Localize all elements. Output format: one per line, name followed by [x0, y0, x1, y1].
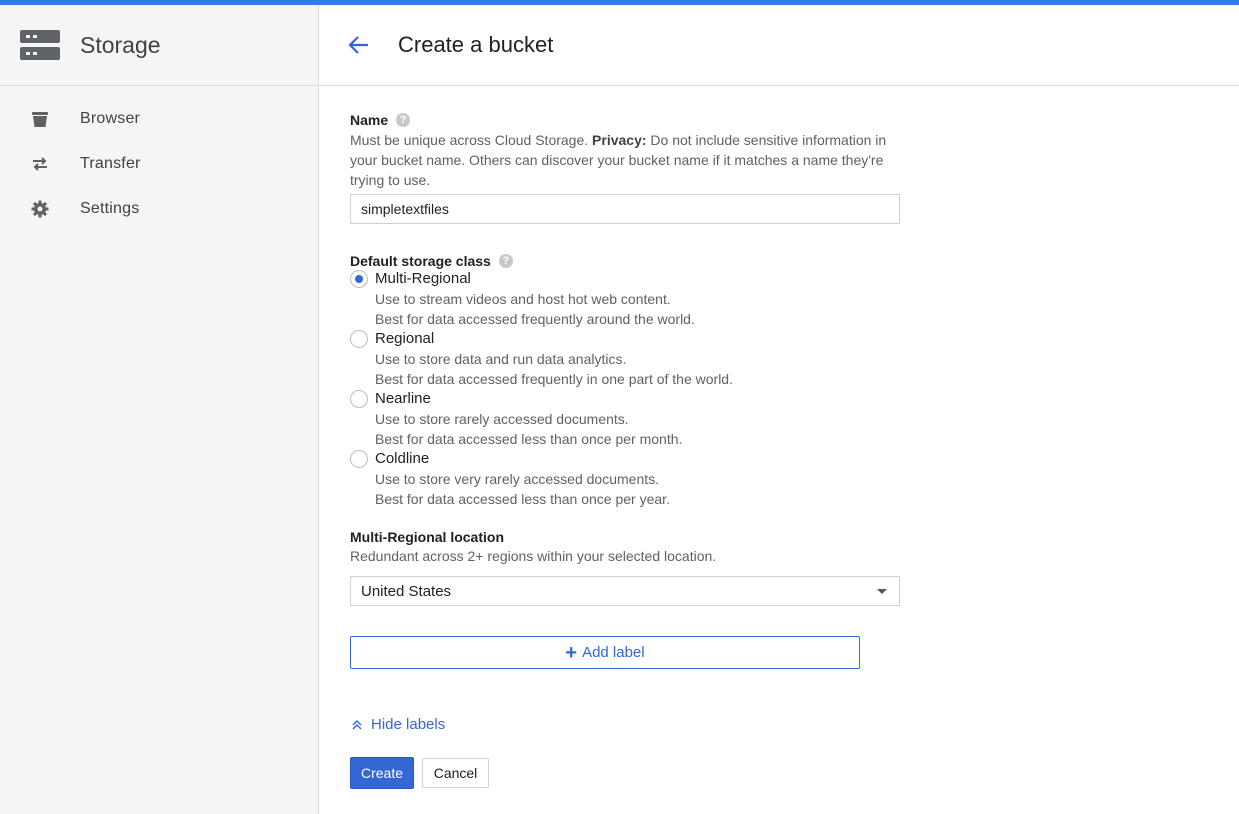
- sidebar: Storage Browser Transfer Settings: [0, 5, 319, 814]
- option-description: Use to store rarely accessed documents.: [375, 411, 629, 427]
- back-arrow-icon: [348, 36, 368, 54]
- add-label-button[interactable]: + Add label: [350, 636, 860, 669]
- radio-regional[interactable]: [350, 330, 368, 348]
- option-description: Use to store very rarely accessed docume…: [375, 471, 660, 487]
- location-select[interactable]: United States: [350, 576, 900, 606]
- sidebar-title: Storage: [80, 31, 161, 58]
- cancel-button[interactable]: Cancel: [422, 758, 489, 788]
- option-description: Best for data accessed frequently around…: [375, 311, 695, 327]
- option-label: Nearline: [375, 390, 431, 407]
- chevron-up-icon: [352, 719, 362, 729]
- sidebar-item-label: Settings: [80, 199, 140, 217]
- dropdown-arrow-icon: [877, 588, 887, 594]
- create-bucket-form: Name ? Must be unique across Cloud Stora…: [350, 86, 1239, 789]
- hide-labels-link[interactable]: Hide labels: [350, 716, 1239, 733]
- help-icon[interactable]: ?: [498, 254, 513, 268]
- option-description: Best for data accessed frequently in one…: [375, 371, 733, 387]
- name-description: Must be unique across Cloud Storage. Pri…: [350, 130, 890, 190]
- location-label: Multi-Regional location: [350, 529, 504, 545]
- storage-class-option-regional[interactable]: Regional Use to store data and run data …: [350, 329, 1239, 389]
- location-select-value: United States: [361, 582, 452, 600]
- storage-icon: [20, 30, 60, 60]
- hide-labels-text: Hide labels: [371, 716, 446, 733]
- page-title: Create a bucket: [398, 32, 554, 57]
- storage-class-label-text: Default storage class: [350, 253, 491, 269]
- sidebar-item-browser[interactable]: Browser: [0, 96, 318, 141]
- sidebar-item-label: Transfer: [80, 154, 141, 172]
- bucket-icon: [0, 109, 80, 129]
- name-desc-text: Must be unique across Cloud Storage.: [350, 132, 593, 148]
- location-description: Redundant across 2+ regions within your …: [350, 548, 717, 564]
- back-button[interactable]: [320, 5, 398, 86]
- name-label-text: Name: [350, 112, 389, 128]
- bucket-name-input[interactable]: [350, 194, 900, 224]
- sidebar-header: Storage: [0, 5, 318, 86]
- storage-class-option-nearline[interactable]: Nearline Use to store rarely accessed do…: [350, 389, 1239, 449]
- radio-nearline[interactable]: [350, 390, 368, 408]
- page-header: Create a bucket: [320, 5, 1239, 86]
- radio-coldline[interactable]: [350, 450, 368, 468]
- storage-class-label: Default storage class ?: [350, 253, 1239, 269]
- sidebar-item-transfer[interactable]: Transfer: [0, 141, 318, 186]
- option-label: Coldline: [375, 450, 430, 467]
- option-label: Multi-Regional: [375, 270, 471, 287]
- privacy-label: Privacy:: [592, 132, 647, 148]
- radio-multi-regional[interactable]: [350, 270, 368, 288]
- gear-icon: [0, 199, 80, 219]
- add-label-text: Add label: [582, 644, 645, 661]
- option-description: Use to stream videos and host hot web co…: [375, 291, 671, 307]
- storage-class-option-multi-regional[interactable]: Multi-Regional Use to stream videos and …: [350, 269, 1239, 329]
- help-icon[interactable]: ?: [396, 113, 411, 127]
- sidebar-nav: Browser Transfer Settings: [0, 96, 318, 231]
- storage-class-option-coldline[interactable]: Coldline Use to store very rarely access…: [350, 449, 1239, 509]
- plus-icon: +: [565, 641, 578, 664]
- create-button[interactable]: Create: [350, 757, 414, 789]
- option-description: Best for data accessed less than once pe…: [375, 431, 683, 447]
- transfer-icon: [0, 154, 80, 174]
- option-label: Regional: [375, 330, 435, 347]
- option-description: Use to store data and run data analytics…: [375, 351, 627, 367]
- option-description: Best for data accessed less than once pe…: [375, 491, 670, 507]
- name-label: Name ?: [350, 112, 1239, 128]
- sidebar-item-label: Browser: [80, 109, 141, 127]
- sidebar-item-settings[interactable]: Settings: [0, 186, 318, 231]
